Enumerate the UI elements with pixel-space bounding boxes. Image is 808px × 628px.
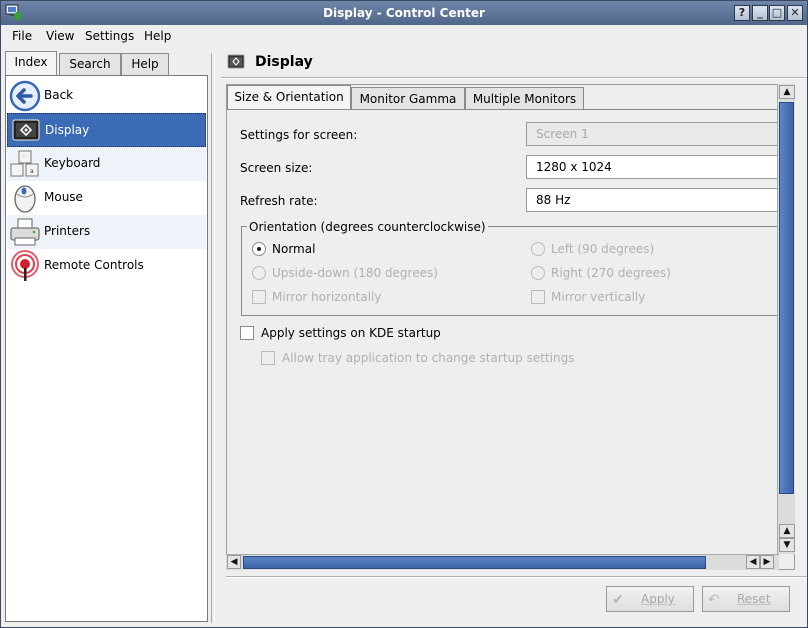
allow-tray-checkbox — [261, 351, 275, 365]
scroll-left-arrow-icon[interactable]: ◀ — [746, 555, 760, 569]
list-item-remote-controls[interactable]: Remote Controls — [7, 249, 206, 283]
apply-on-startup-label[interactable]: Apply settings on KDE startup — [261, 326, 441, 340]
keyboard-icon: · a — [10, 150, 39, 177]
printer-icon — [10, 218, 40, 246]
list-item-display[interactable]: Display — [7, 113, 206, 147]
menu-settings[interactable]: Settings — [85, 29, 134, 43]
mirror-horizontal-checkbox — [252, 290, 266, 304]
horizontal-scrollbar[interactable]: ◀ ◀ ▶ — [226, 554, 779, 570]
svg-text:·: · — [23, 154, 25, 161]
mirror-vertical-label: Mirror vertically — [551, 290, 646, 304]
menu-bar: File View Settings Help — [1, 25, 807, 47]
list-item-label: Keyboard — [44, 156, 101, 170]
scroll-up-arrow-icon[interactable]: ▲ — [779, 85, 795, 99]
reset-button: ↶ Reset — [702, 586, 790, 612]
mouse-icon — [14, 185, 36, 213]
scroll-down-arrow-icon[interactable]: ▼ — [779, 538, 795, 552]
control-center-window: Display - Control Center ? _ □ ✕ File Vi… — [0, 0, 808, 628]
list-item-printers[interactable]: Printers — [7, 215, 206, 249]
tab-monitor-gamma[interactable]: Monitor Gamma — [351, 87, 465, 109]
menu-help[interactable]: Help — [144, 29, 171, 43]
list-item-label: Printers — [44, 224, 91, 238]
page-title: Display — [255, 54, 313, 70]
title-bar[interactable]: Display - Control Center ? _ □ ✕ — [1, 1, 807, 25]
upside-down-label: Upside-down (180 degrees) — [272, 266, 438, 280]
maximize-button[interactable]: □ — [769, 5, 785, 21]
list-item-label: Display — [45, 123, 90, 137]
scroll-up-arrow-icon[interactable]: ▲ — [779, 524, 795, 538]
display-icon — [227, 54, 245, 69]
mirror-horizontal-label: Mirror horizontally — [272, 290, 382, 304]
tab-multiple-monitors[interactable]: Multiple Monitors — [465, 87, 584, 109]
list-item-label: Remote Controls — [44, 258, 144, 272]
mirror-vertical-checkbox — [531, 290, 545, 304]
close-button[interactable]: ✕ — [787, 5, 803, 21]
allow-tray-label: Allow tray application to change startup… — [282, 351, 575, 365]
svg-text:a: a — [30, 168, 34, 175]
refresh-rate-label: Refresh rate: — [240, 194, 318, 208]
normal-radio[interactable] — [252, 242, 266, 256]
right-270-radio — [531, 266, 545, 280]
tab-help[interactable]: Help — [121, 53, 169, 75]
apply-button: ✔ Apply — [606, 586, 694, 612]
vertical-scroll-thumb[interactable] — [779, 102, 794, 494]
list-item-back[interactable]: Back — [7, 79, 206, 113]
menu-file[interactable]: File — [12, 29, 32, 43]
screen-select: Screen 1 — [526, 122, 788, 146]
screen-size-select[interactable]: 1280 x 1024 — [526, 155, 788, 179]
button-divider — [226, 576, 807, 578]
help-title-button[interactable]: ? — [734, 5, 750, 21]
display-icon — [12, 119, 40, 141]
list-item-label: Back — [44, 88, 74, 102]
back-arrow-icon — [9, 80, 41, 112]
list-item-mouse[interactable]: Mouse — [7, 181, 206, 215]
undo-arrow-icon: ↶ — [708, 592, 720, 608]
menu-view[interactable]: View — [46, 29, 74, 43]
tab-size-orientation[interactable]: Size & Orientation — [227, 85, 351, 110]
vertical-scrollbar[interactable]: ▲ ▲ ▼ — [777, 84, 795, 554]
scroll-right-arrow-icon[interactable]: ▶ — [760, 555, 774, 569]
tab-search[interactable]: Search — [59, 53, 121, 75]
refresh-rate-select[interactable]: 88 Hz — [526, 188, 788, 212]
remote-control-icon — [11, 250, 39, 281]
apply-button-label: Apply — [641, 592, 675, 606]
screen-label: Settings for screen: — [240, 128, 358, 142]
scroll-left-arrow-icon[interactable]: ◀ — [227, 555, 241, 569]
size-orientation-panel: Settings for screen: Screen 1 Screen siz… — [227, 109, 791, 561]
horizontal-scroll-thumb[interactable] — [243, 556, 706, 569]
upside-down-radio — [252, 266, 266, 280]
screen-size-label: Screen size: — [240, 161, 313, 175]
normal-label[interactable]: Normal — [272, 242, 315, 256]
right-270-label: Right (270 degrees) — [551, 266, 671, 280]
list-item-label: Mouse — [44, 190, 83, 204]
module-list: Back Display · a Keyboard Mouse Printers… — [5, 75, 208, 622]
left-90-label: Left (90 degrees) — [551, 242, 655, 256]
left-90-radio — [531, 242, 545, 256]
pane-splitter[interactable] — [211, 53, 215, 623]
orientation-group-title: Orientation (degrees counterclockwise) — [247, 220, 488, 234]
header-divider — [221, 77, 807, 79]
settings-scroll-area: Size & Orientation Monitor Gamma Multipl… — [226, 84, 795, 570]
checkmark-icon: ✔ — [612, 592, 624, 608]
reset-button-label: Reset — [737, 592, 771, 606]
apply-on-startup-checkbox[interactable] — [240, 326, 254, 340]
minimize-button[interactable]: _ — [752, 5, 768, 21]
window-title: Display - Control Center — [323, 6, 485, 20]
list-item-keyboard[interactable]: · a Keyboard — [7, 147, 206, 181]
tab-index[interactable]: Index — [5, 51, 57, 75]
